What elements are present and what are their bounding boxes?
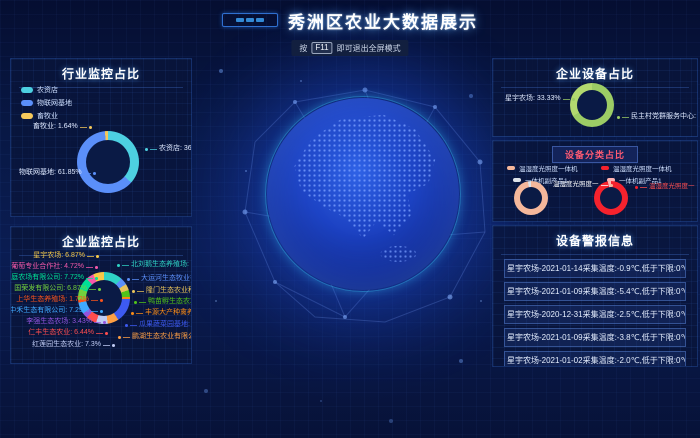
panel-industry-title: 行业监控占比 [19, 59, 183, 88]
chart-label: 瓜果蔬菜园基地: 15.02% [125, 321, 192, 329]
chart-label: 丰源大产种禽养殖场: 1. [131, 309, 192, 317]
chart-label: 大运河生态牧业有限责任公 [127, 275, 192, 283]
chart-label: 中禾生态有限公司: 7.29% [10, 307, 103, 315]
fullscreen-hint: 按 F11 即可退出全屏模式 [291, 40, 408, 56]
chart-label: 星宇农场: 6.87% [33, 252, 99, 260]
chart-label: 家庭农场有限公司: 7.72% [10, 274, 98, 282]
chart-label: 温湿度光照度一 [635, 183, 695, 191]
chart-label: 李强生态农场: 3.43% [26, 318, 106, 326]
chart-label: 鸭苗孵生态农场: 4.29% [134, 298, 192, 306]
legend-swatch [21, 113, 33, 119]
page-title: 秀洲区农业大数据展示 [288, 8, 478, 33]
globe-visualization [235, 82, 495, 334]
alarm-row: 星宇农场-2021-01-09采集温度:-3.8℃,低于下限:0℃ [504, 328, 686, 347]
chart-label: 隆门生态农业科技有限公 [132, 287, 192, 295]
chart-label: 国荣发有限公司: 6.87% [14, 285, 101, 293]
panel-class-title: 设备分类占比 [552, 146, 638, 163]
globe-continent-dots [277, 108, 449, 280]
legend-swatch [21, 100, 33, 106]
globe-sphere [267, 98, 459, 290]
chart-label: 红莲园生态农业: 7.3% [32, 341, 115, 349]
legend-item[interactable]: 物联网基地 [21, 98, 72, 108]
industry-donut-chart[interactable] [77, 131, 139, 193]
chart-label: 温湿度光照度一 [553, 181, 613, 189]
chart-label: 民主村党群服务中心: [617, 113, 696, 121]
legend-item[interactable]: 温湿度光照度一体机 [507, 163, 578, 173]
legend-item[interactable]: 农资店 [21, 85, 72, 95]
chart-label: 农资店: 36.51% [145, 145, 192, 153]
chart-label: 物联网基地: 61.85% [19, 169, 96, 177]
panel-alarms-title: 设备警报信息 [501, 226, 689, 255]
alarm-row: 星宇农场-2021-01-09采集温度:-5.4℃,低于下限:0℃ [504, 282, 686, 301]
brand-logo [222, 13, 278, 27]
chart-label: 北刘鹅生态养殖场: 11.56% [117, 261, 192, 269]
chart-label: 秀湖葡萄专业合作社: 4.72% [10, 263, 98, 271]
chart-label: 畜牧业: 1.64% [33, 123, 92, 131]
panel-device-classification: 设备分类占比 温湿度光照度一体机 一体机副产品1 温湿度光照度一体机 一体机副产… [492, 140, 698, 222]
panel-industry-ratio: 行业监控占比 农资店 物联网基地 畜牧业 畜牧业: 1.64% 农资店: 36.… [10, 58, 192, 217]
legend-swatch [21, 87, 33, 93]
alarm-row: 星宇农场-2021-01-02采集温度:-2.0℃,低于下限:0℃ [504, 351, 686, 367]
chart-label: 上华生态养殖场: 1.72% [16, 296, 103, 304]
alarm-row: 星宇农场-2020-12-31采集温度:-2.5℃,低于下限:0℃ [504, 305, 686, 324]
equipment-donut-chart[interactable] [570, 83, 614, 127]
panel-alarm-info: 设备警报信息 星宇农场-2021-01-14采集温度:-0.9℃,低于下限:0℃… [492, 225, 698, 367]
legend-item[interactable]: 温湿度光照度一体机 [601, 163, 672, 173]
panel-equipment-ratio: 企业设备占比 星宇农场: 33.33% 民主村党群服务中心: [492, 58, 698, 137]
hint-prefix: 按 [299, 43, 307, 54]
globe-islands-dots [378, 244, 418, 264]
alarm-row: 星宇农场-2021-01-14采集温度:-0.9℃,低于下限:0℃ [504, 259, 686, 278]
chart-label: 星宇农场: 33.33% [505, 95, 575, 103]
panel-enterprise-ratio: 企业监控占比 星宇农场: 6.87% 秀湖葡萄专业合作社: 4.72% 家庭农场… [10, 226, 192, 364]
industry-legend: 农资店 物联网基地 畜牧业 [21, 85, 72, 121]
chart-label: 鹏湖生态农业有限公司: 6.87% [118, 333, 192, 341]
f11-keycap: F11 [311, 42, 332, 54]
class-left-donut-chart[interactable] [514, 181, 548, 215]
legend-item[interactable]: 畜牧业 [21, 111, 72, 121]
header: 秀洲区农业大数据展示 [0, 0, 700, 40]
hint-suffix: 即可退出全屏模式 [337, 43, 401, 54]
chart-label: 仁丰生态农业: 6.44% [28, 329, 108, 337]
legend-swatch [513, 178, 521, 182]
legend-swatch [601, 166, 609, 170]
legend-swatch [507, 166, 515, 170]
